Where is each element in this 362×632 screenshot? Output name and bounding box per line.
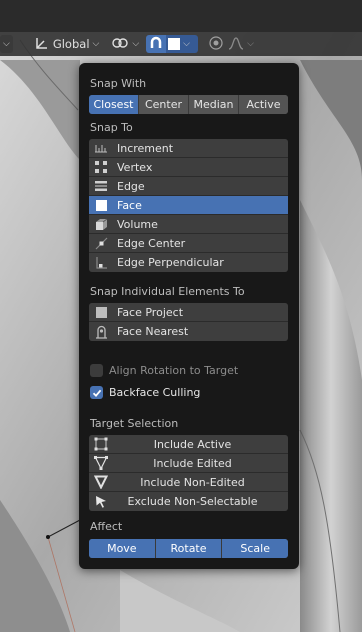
- include-active-toggle[interactable]: Include Active: [89, 435, 288, 454]
- exclude-non-selectable-toggle[interactable]: Exclude Non-Selectable: [89, 492, 288, 511]
- snap-magnet-icon: [149, 36, 163, 53]
- proportional-editing-icon: [208, 35, 224, 54]
- snap-to-label: Increment: [117, 141, 174, 155]
- snap-with-active-button[interactable]: Active: [239, 95, 288, 114]
- face-icon: [93, 197, 109, 213]
- increment-icon: [93, 140, 109, 156]
- align-rotation-checkbox[interactable]: Align Rotation to Target: [90, 364, 238, 377]
- snap-to-volume[interactable]: Volume: [89, 215, 288, 234]
- chevron-down-icon: ⌵: [247, 39, 254, 49]
- edge-icon: [93, 178, 109, 194]
- target-selection-label: Include Edited: [153, 456, 232, 470]
- snap-to-heading: Snap To: [90, 121, 133, 134]
- snap-target-face-icon: [168, 38, 181, 50]
- snap-individual-face-nearest[interactable]: Face Nearest: [89, 322, 288, 341]
- left-dropdown-button[interactable]: ⌵: [0, 35, 13, 53]
- affect-move-button[interactable]: Move: [89, 539, 156, 558]
- snap-to-edge-center[interactable]: Edge Center: [89, 234, 288, 253]
- exclude-non-selectable-icon: [93, 494, 109, 510]
- align-rotation-label: Align Rotation to Target: [109, 364, 239, 377]
- snap-to-label: Edge Perpendicular: [117, 256, 224, 269]
- affect-heading: Affect: [90, 520, 123, 533]
- pivot-point-icon: [111, 36, 129, 53]
- target-selection-label: Include Non-Edited: [140, 475, 245, 489]
- snap-individual-heading: Snap Individual Elements To: [90, 285, 245, 298]
- falloff-dropdown[interactable]: ⌵: [226, 35, 256, 53]
- snap-to-vertex[interactable]: Vertex: [89, 158, 288, 177]
- snap-to-label: Volume: [117, 217, 158, 231]
- snap-to-edge-perpendicular[interactable]: Edge Perpendicular: [89, 253, 288, 272]
- snap-to-label: Edge: [117, 179, 145, 193]
- snap-with-closest-button[interactable]: Closest: [89, 95, 139, 114]
- transform-orientation-icon: [34, 36, 50, 53]
- pivot-point-dropdown[interactable]: ⌵: [108, 35, 142, 53]
- snap-with-selector: Closest Center Median Active: [89, 95, 288, 114]
- backface-culling-box[interactable]: [90, 386, 103, 399]
- include-non-edited-icon: [93, 474, 109, 490]
- edge-perpendicular-icon: [93, 255, 109, 271]
- snap-with-median-button[interactable]: Median: [189, 95, 239, 114]
- snap-with-heading: Snap With: [90, 77, 147, 90]
- snap-to-list: Increment Vertex Edge Face Volume Edge C…: [89, 139, 288, 272]
- orientation-label: Global: [52, 37, 90, 51]
- snap-target-dropdown[interactable]: ⌵: [166, 35, 199, 53]
- snap-to-label: Face: [117, 198, 142, 212]
- chevron-down-icon: ⌵: [183, 39, 190, 49]
- transform-orientation-dropdown[interactable]: Global ⌵: [31, 35, 103, 53]
- chevron-down-icon: ⌵: [3, 39, 10, 49]
- backface-culling-checkbox[interactable]: Backface Culling: [90, 386, 200, 399]
- backface-culling-label: Backface Culling: [109, 386, 201, 399]
- face-project-icon: [93, 304, 109, 320]
- affect-rotate-button[interactable]: Rotate: [155, 539, 223, 558]
- affect-selector: Move Rotate Scale: [89, 539, 288, 558]
- chevron-down-icon: ⌵: [92, 39, 100, 49]
- target-selection-label: Exclude Non-Selectable: [127, 495, 258, 508]
- include-active-icon: [93, 436, 109, 452]
- snap-to-edge[interactable]: Edge: [89, 177, 288, 196]
- checkmark-icon: [92, 389, 101, 397]
- align-rotation-box[interactable]: [90, 364, 103, 377]
- affect-scale-button[interactable]: Scale: [222, 539, 288, 558]
- snap-with-center-button[interactable]: Center: [139, 95, 189, 114]
- snap-to-label: Edge Center: [117, 236, 186, 250]
- snap-toggle-button[interactable]: [146, 35, 167, 53]
- target-selection-list: Include Active Include Edited Include No…: [89, 435, 288, 511]
- snap-to-face[interactable]: Face: [89, 196, 288, 215]
- top-strip: [0, 0, 362, 32]
- snap-individual-label: Face Nearest: [117, 325, 189, 338]
- face-nearest-icon: [93, 324, 109, 340]
- viewport-header: ⌵ Global ⌵ ⌵ ⌵ ⌵: [0, 32, 362, 56]
- falloff-curve-icon: [228, 36, 244, 53]
- snap-to-increment[interactable]: Increment: [89, 139, 288, 158]
- snap-to-label: Vertex: [117, 160, 153, 174]
- vertex-icon: [93, 159, 109, 175]
- include-edited-icon: [93, 455, 109, 471]
- snap-individual-face-project[interactable]: Face Project: [89, 303, 288, 322]
- include-non-edited-toggle[interactable]: Include Non-Edited: [89, 473, 288, 492]
- edge-center-icon: [93, 235, 109, 251]
- target-selection-heading: Target Selection: [90, 417, 179, 430]
- snapping-popover: Snap With Closest Center Median Active S…: [79, 63, 299, 569]
- target-selection-label: Include Active: [153, 437, 232, 451]
- volume-icon: [93, 216, 109, 232]
- snap-individual-list: Face Project Face Nearest: [89, 303, 288, 341]
- chevron-down-icon: ⌵: [132, 39, 140, 49]
- proportional-editing-toggle[interactable]: [206, 35, 226, 53]
- snap-individual-label: Face Project: [117, 305, 184, 319]
- include-edited-toggle[interactable]: Include Edited: [89, 454, 288, 473]
